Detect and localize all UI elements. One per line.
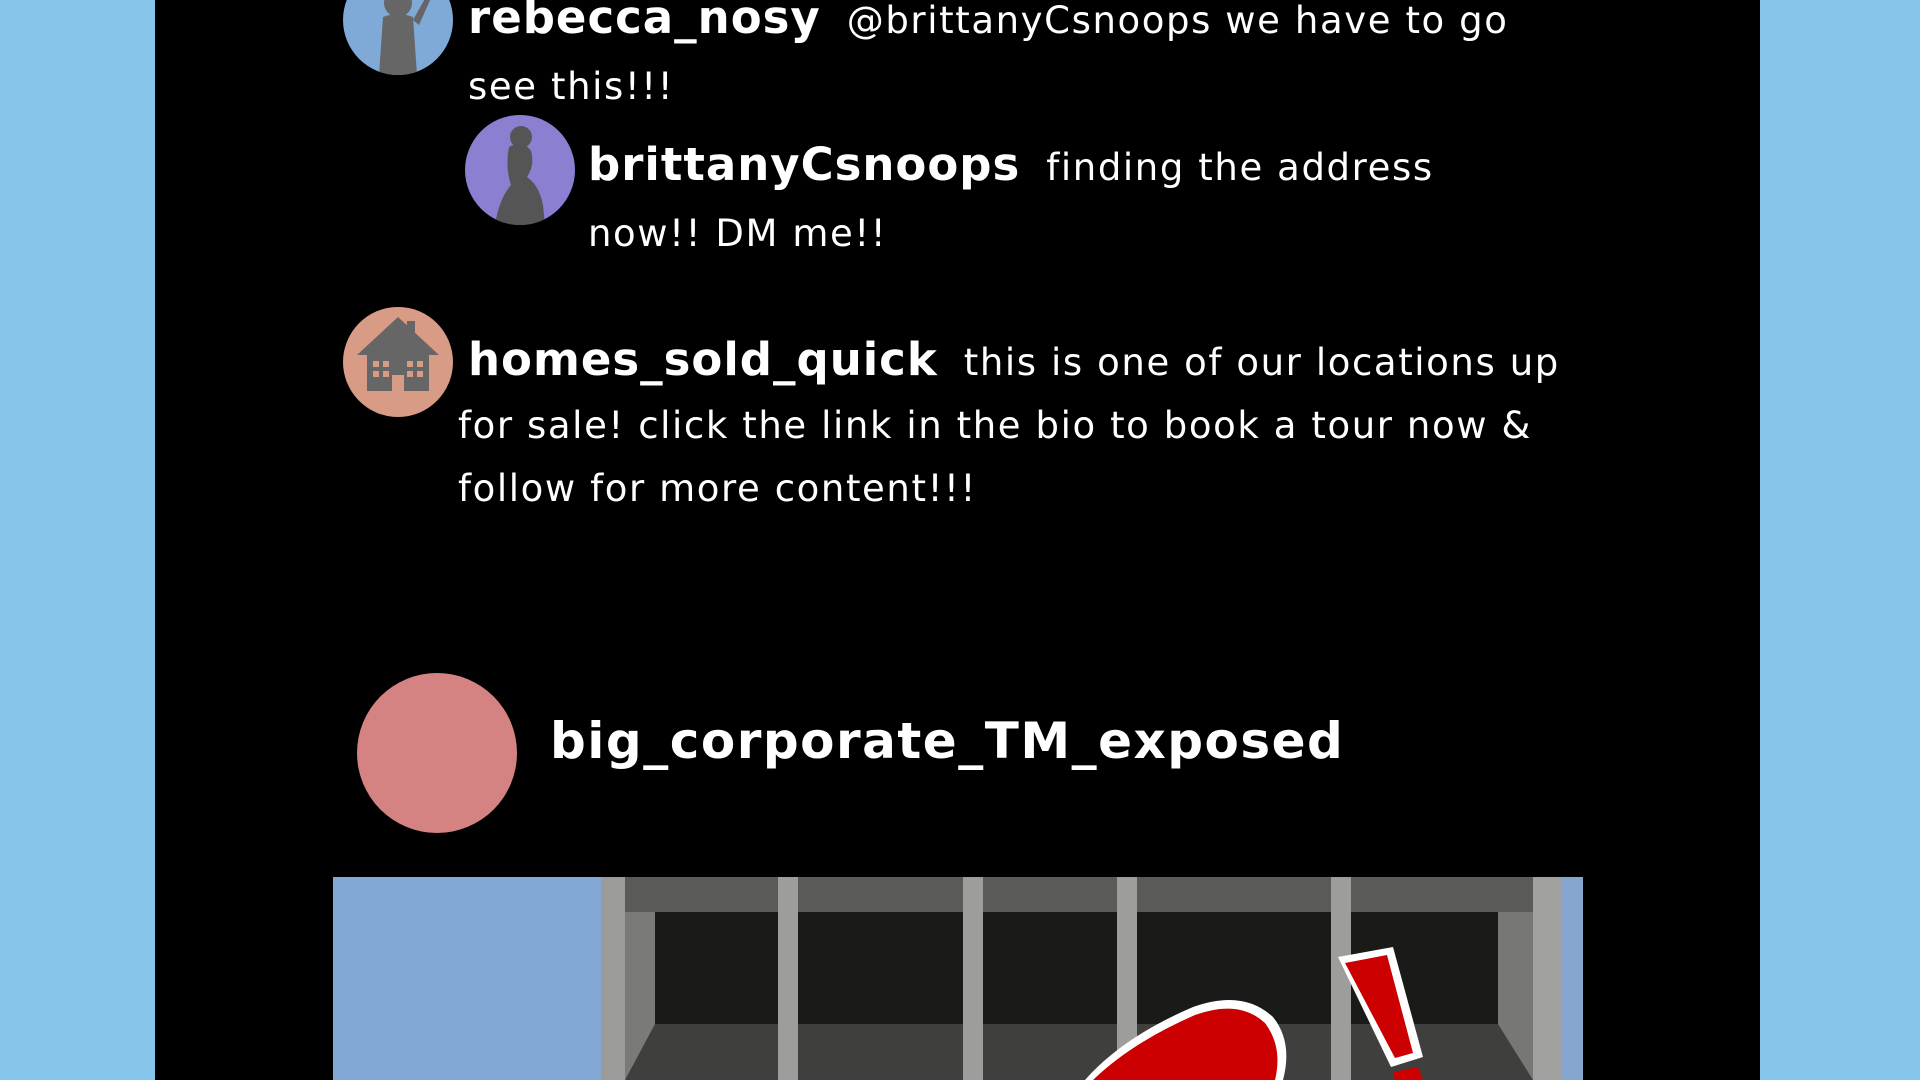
house-icon [357, 317, 439, 391]
comment-rebecca-nosy: rebecca_nosy @brittanyCsnoops we have to … [468, 0, 1618, 120]
feed-panel: rebecca_nosy @brittanyCsnoops we have to … [155, 0, 1760, 1080]
comment-line: see this!!! [468, 65, 675, 108]
avatar-rebecca-nosy[interactable] [343, 0, 453, 75]
avatar-homes-sold-quick[interactable] [343, 307, 453, 417]
post-username[interactable]: big_corporate_TM_exposed [550, 712, 1344, 770]
avatar-brittany-csnoops[interactable] [465, 115, 575, 225]
post-avatar[interactable] [357, 673, 517, 833]
comment-homes-sold-quick: homes_sold_quick this is one of our locat… [458, 328, 1758, 520]
comment-username[interactable]: rebecca_nosy [468, 0, 821, 44]
storefront-image [333, 877, 1583, 1080]
comment-line: for sale! click the link in the bio to b… [458, 404, 1532, 447]
comment-body: this is one of our locations up [963, 341, 1560, 384]
comment-username[interactable]: homes_sold_quick [468, 333, 938, 386]
comment-username[interactable]: brittanyCsnoops [588, 138, 1020, 191]
woman-silhouette-icon [379, 0, 431, 75]
comment-body: @brittanyCsnoops we have to go [846, 0, 1509, 42]
comment-line: brittanyCsnoops finding the address [588, 132, 1538, 201]
woman-profile-silhouette-icon [495, 126, 545, 225]
comment-line: rebecca_nosy @brittanyCsnoops we have to … [468, 0, 1618, 54]
comment-brittany-csnoops: brittanyCsnoops finding the address now!!… [588, 132, 1538, 267]
comment-line: follow for more content!!! [458, 467, 977, 510]
post-image[interactable] [333, 877, 1583, 1080]
comment-line: now!! DM me!! [588, 212, 888, 255]
comment-line: homes_sold_quick this is one of our locat… [458, 328, 1758, 394]
comment-body: finding the address [1046, 146, 1434, 189]
